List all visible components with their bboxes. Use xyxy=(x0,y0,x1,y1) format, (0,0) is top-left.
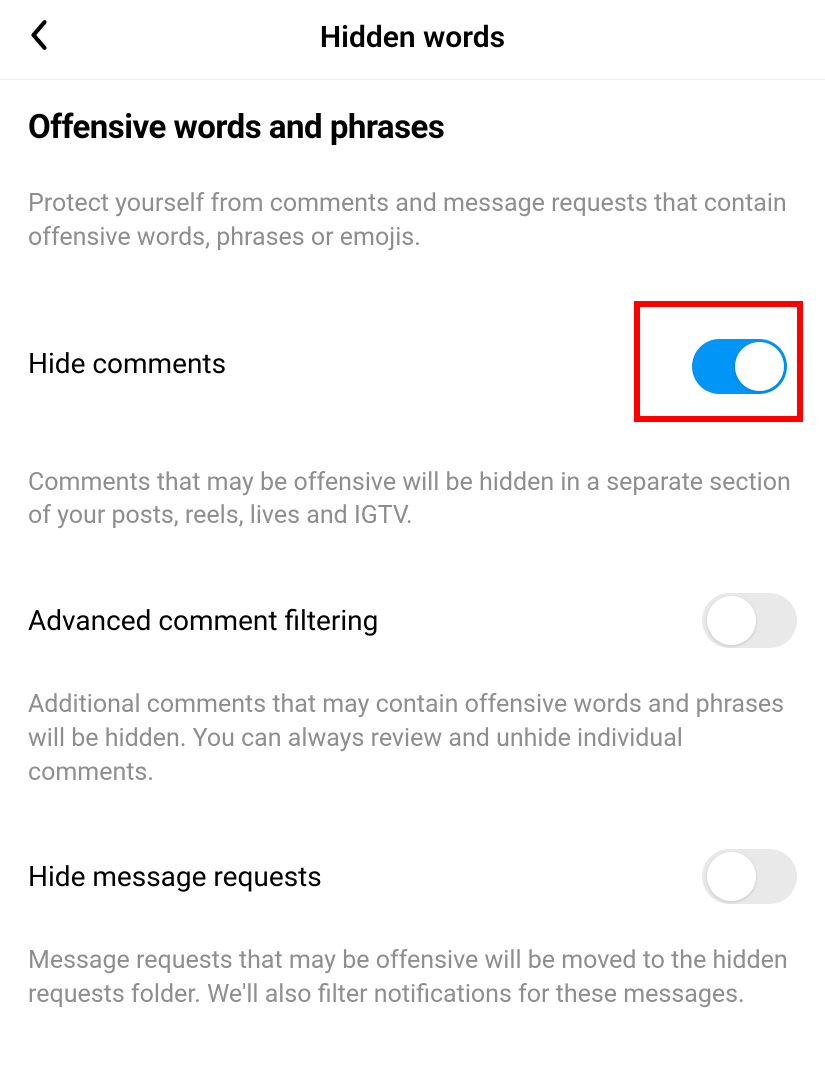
content-area: Offensive words and phrases Protect your… xyxy=(0,80,825,1012)
setting-description: Comments that may be offensive will be h… xyxy=(28,466,797,534)
hide-comments-toggle[interactable] xyxy=(692,339,787,394)
setting-description: Message requests that may be offensive w… xyxy=(28,944,797,1012)
toggle-knob xyxy=(707,596,756,645)
toggle-knob xyxy=(735,342,784,391)
setting-label: Hide comments xyxy=(28,347,226,380)
page-title: Hidden words xyxy=(320,20,505,55)
setting-hide-message-requests: Hide message requests Message requests t… xyxy=(28,849,797,1012)
hide-message-requests-toggle[interactable] xyxy=(702,849,797,904)
setting-row: Advanced comment filtering xyxy=(28,593,797,648)
setting-hide-comments: Hide comments Comments that may be offen… xyxy=(28,301,797,534)
section-title: Offensive words and phrases xyxy=(28,108,797,147)
setting-label: Hide message requests xyxy=(28,860,322,893)
highlight-annotation xyxy=(634,301,803,422)
setting-description: Additional comments that may contain off… xyxy=(28,688,797,789)
page-header: Hidden words xyxy=(0,0,825,80)
setting-label: Advanced comment filtering xyxy=(28,604,378,637)
toggle-knob xyxy=(707,852,756,901)
setting-row: Hide message requests xyxy=(28,849,797,904)
setting-row: Hide comments xyxy=(28,301,797,426)
setting-advanced-filtering: Advanced comment filtering Additional co… xyxy=(28,593,797,789)
chevron-left-icon xyxy=(28,18,50,52)
section-description: Protect yourself from comments and messa… xyxy=(28,187,797,255)
advanced-filtering-toggle[interactable] xyxy=(702,593,797,648)
back-button[interactable] xyxy=(22,18,56,52)
